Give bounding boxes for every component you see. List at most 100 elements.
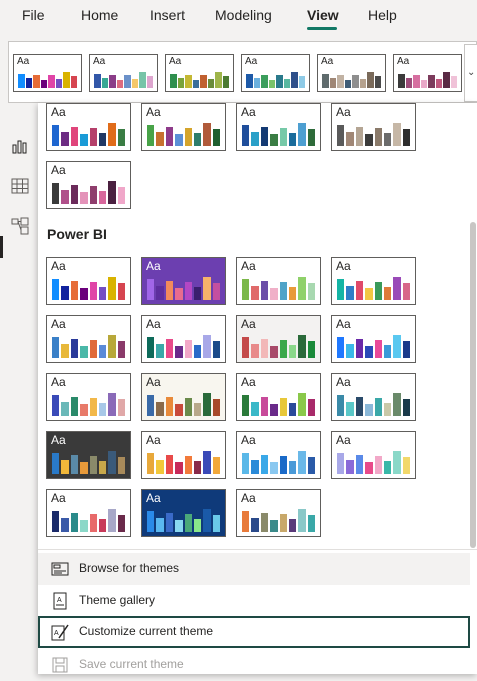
ribbon-theme-2[interactable]: Aa [89, 54, 158, 92]
theme-color-bar [165, 126, 174, 146]
theme-color-bar [52, 337, 60, 358]
report-view-icon[interactable] [10, 136, 30, 156]
theme-color-bar [80, 520, 88, 532]
power-bi-theme-5[interactable]: Aa [46, 315, 131, 363]
ribbon-theme-6[interactable]: Aa [393, 54, 462, 92]
power-bi-theme-17[interactable]: Aa [46, 489, 131, 537]
save-theme-label: Save current theme [79, 657, 184, 671]
table-view-icon[interactable] [10, 176, 30, 196]
theme-tile-2[interactable]: Aa [141, 103, 226, 151]
theme-color-bar [80, 404, 88, 416]
theme-color-swatches [242, 448, 315, 474]
theme-color-bar [242, 337, 250, 358]
themes-expand-button[interactable]: ⌄ [464, 44, 477, 102]
theme-color-swatches [147, 506, 220, 532]
power-bi-theme-14[interactable]: Aa [141, 431, 226, 479]
browse-themes-button[interactable]: Browse for themes [38, 553, 470, 585]
theme-color-bar [52, 395, 60, 416]
theme-color-bar [337, 453, 345, 474]
ribbon-theme-1[interactable]: Aa [13, 54, 82, 92]
power-bi-theme-6[interactable]: Aa [141, 315, 226, 363]
power-bi-theme-1[interactable]: Aa [46, 257, 131, 305]
theme-color-bar [116, 79, 123, 88]
power-bi-theme-4[interactable]: Aa [331, 257, 416, 305]
theme-color-bar [268, 79, 275, 88]
theme-color-bar [212, 129, 220, 146]
theme-color-bar [260, 454, 269, 474]
theme-color-bar [175, 520, 183, 532]
power-bi-theme-9[interactable]: Aa [46, 373, 131, 421]
theme-color-bar [61, 517, 69, 532]
menu-file[interactable]: File [22, 7, 45, 23]
theme-color-bar [108, 392, 116, 416]
theme-color-bar [203, 122, 211, 146]
theme-color-bar [109, 74, 116, 88]
power-bi-theme-13[interactable]: Aa [46, 431, 131, 479]
ribbon-theme-3[interactable]: Aa [165, 54, 234, 92]
theme-color-bar [89, 185, 97, 204]
ribbon-theme-4[interactable]: Aa [241, 54, 310, 92]
theme-color-bar [147, 337, 155, 358]
theme-color-bar [52, 511, 60, 532]
theme-tile-3[interactable]: Aa [236, 103, 321, 151]
theme-tile-5[interactable]: Aa [46, 161, 131, 209]
theme-color-bar [251, 459, 259, 474]
theme-color-bar [260, 396, 269, 416]
theme-color-bar [52, 453, 60, 474]
menu-view[interactable]: View [307, 7, 339, 23]
power-bi-theme-3[interactable]: Aa [236, 257, 321, 305]
power-bi-theme-12[interactable]: Aa [331, 373, 416, 421]
theme-color-bar [193, 133, 202, 146]
theme-color-bar [117, 187, 125, 204]
theme-color-bar [61, 401, 69, 416]
power-bi-theme-15[interactable]: Aa [236, 431, 321, 479]
power-bi-theme-11[interactable]: Aa [236, 373, 321, 421]
customize-theme-icon: A [51, 624, 69, 641]
power-bi-theme-18[interactable]: Aa [141, 489, 226, 537]
theme-color-bar [98, 133, 107, 146]
menu-help[interactable]: Help [368, 7, 397, 23]
theme-color-bar [393, 122, 401, 146]
theme-color-bar [307, 283, 315, 300]
power-bi-theme-2[interactable]: Aa [141, 257, 226, 305]
customize-theme-button[interactable]: A Customize current theme [38, 616, 470, 648]
model-view-icon[interactable] [10, 216, 30, 236]
theme-color-bar [147, 125, 155, 146]
theme-aa-label: Aa [51, 259, 66, 273]
menu-home[interactable]: Home [81, 7, 118, 23]
theme-color-bar [61, 285, 69, 300]
theme-color-bar [147, 511, 155, 532]
svg-text:A: A [54, 630, 59, 637]
theme-color-bar [279, 455, 287, 474]
menu-modeling[interactable]: Modeling [215, 7, 272, 23]
theme-gallery-button[interactable]: A Theme gallery [38, 585, 470, 617]
theme-color-bar [156, 517, 164, 532]
scrollbar-thumb[interactable] [470, 222, 476, 548]
theme-color-bar [251, 285, 259, 300]
theme-color-bar [98, 191, 107, 204]
ribbon-theme-5[interactable]: Aa [317, 54, 386, 92]
theme-color-bar [170, 73, 177, 88]
theme-color-bar [108, 334, 116, 358]
theme-color-bar [212, 283, 220, 300]
theme-color-bar [89, 397, 97, 416]
power-bi-theme-7[interactable]: Aa [236, 315, 321, 363]
theme-aa-label: Aa [146, 491, 161, 505]
theme-color-bar [288, 287, 297, 300]
theme-tile-4[interactable]: Aa [331, 103, 416, 151]
theme-color-bar [18, 73, 25, 88]
theme-color-bar [288, 403, 297, 416]
menu-insert[interactable]: Insert [150, 7, 185, 23]
power-bi-theme-10[interactable]: Aa [141, 373, 226, 421]
theme-color-bar [156, 131, 164, 146]
theme-color-swatches [337, 390, 410, 416]
theme-aa-label: Aa [146, 433, 161, 447]
power-bi-theme-8[interactable]: Aa [331, 315, 416, 363]
active-tab-indicator [307, 27, 337, 30]
power-bi-theme-16[interactable]: Aa [331, 431, 416, 479]
theme-color-bar [402, 399, 410, 416]
theme-color-bar [283, 79, 290, 88]
power-bi-theme-19[interactable]: Aa [236, 489, 321, 537]
theme-color-bar [203, 508, 211, 532]
theme-tile-1[interactable]: Aa [46, 103, 131, 151]
